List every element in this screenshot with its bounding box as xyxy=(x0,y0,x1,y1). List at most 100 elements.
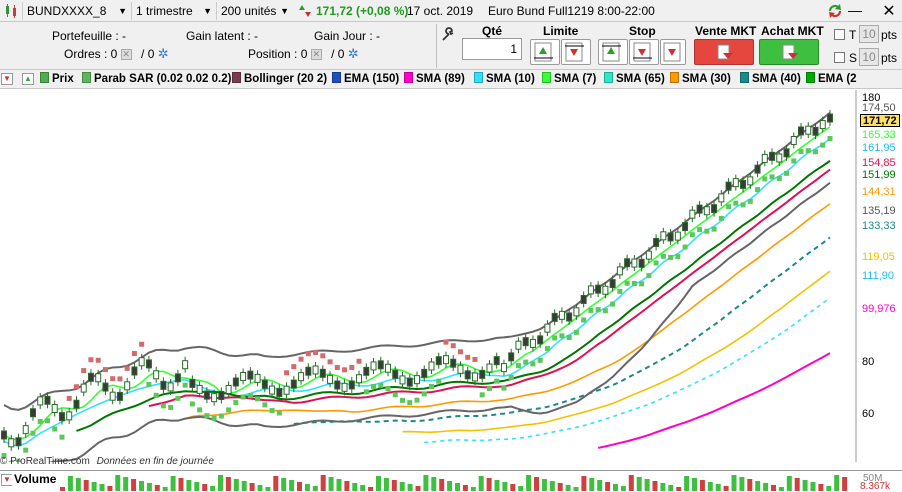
price-chart[interactable] xyxy=(0,90,902,462)
cancel-icon[interactable]: ✕ xyxy=(310,49,322,61)
legend-item[interactable]: SMA (40) xyxy=(740,72,801,87)
legend-item[interactable]: SMA (65) xyxy=(604,72,665,87)
volume-bar xyxy=(123,477,129,491)
sar-dot xyxy=(813,149,819,155)
volume-bar xyxy=(383,478,389,491)
portfolio-label: Portefeuille : - xyxy=(52,29,127,43)
sar-dot xyxy=(711,226,717,232)
candle xyxy=(15,437,22,447)
sar-dot xyxy=(675,254,681,260)
candle xyxy=(218,391,225,401)
wrench-icon[interactable] xyxy=(440,27,456,43)
volume-bar xyxy=(115,475,121,491)
stop-buy-button[interactable] xyxy=(598,39,628,65)
sar-dot xyxy=(697,227,703,233)
volume-bar xyxy=(581,476,587,491)
candle xyxy=(609,279,616,289)
s-points-input[interactable]: 10 xyxy=(859,48,879,66)
sar-dot xyxy=(537,357,543,363)
candle xyxy=(660,231,667,241)
volume-bar xyxy=(541,479,547,491)
axis-tick-label: 60 xyxy=(862,408,875,420)
legend-swatch xyxy=(740,72,749,83)
sar-dot xyxy=(791,158,797,164)
sar-dot xyxy=(501,385,507,391)
legend-label: SMA (65) xyxy=(616,73,665,85)
volume-bar xyxy=(67,476,73,491)
sar-dot xyxy=(30,430,36,436)
volume-bar xyxy=(186,480,192,491)
axis-tick-label: 80 xyxy=(862,356,875,368)
minimize-button[interactable]: — xyxy=(846,2,864,20)
sar-dot xyxy=(153,392,159,398)
sar-dot xyxy=(617,288,623,294)
legend-item[interactable]: EMA (150) xyxy=(332,72,399,87)
refresh-icon[interactable] xyxy=(826,2,844,20)
candle xyxy=(645,250,652,260)
buy-market-button[interactable] xyxy=(759,39,819,65)
candle xyxy=(812,126,819,136)
candle xyxy=(95,373,102,383)
legend-item[interactable]: SMA (10) xyxy=(474,72,535,87)
stop-extra-button[interactable] xyxy=(660,39,686,65)
sar-dot xyxy=(704,228,710,234)
sell-market-button[interactable] xyxy=(694,39,754,65)
legend-swatch xyxy=(542,72,551,83)
collapse-button[interactable]: ▼ xyxy=(1,73,13,85)
candle xyxy=(153,370,160,380)
volume-bar xyxy=(676,487,682,491)
legend-item[interactable]: SMA (89) xyxy=(404,72,465,87)
candle xyxy=(696,204,703,214)
volume-bar xyxy=(723,486,729,491)
volume-bar xyxy=(415,486,421,491)
units-select[interactable]: 200 unités ▼ xyxy=(216,2,292,20)
top-toolbar: BUNDXXXX_8 ▼ 1 trimestre ▼ 200 unités ▼ … xyxy=(0,0,902,22)
close-button[interactable]: ✕ xyxy=(880,1,898,20)
gear-icon[interactable]: ✲ xyxy=(158,46,169,61)
sar-dot xyxy=(624,280,630,286)
volume-bar xyxy=(281,478,287,491)
legend-item[interactable]: EMA (2 xyxy=(806,72,857,87)
sar-dot xyxy=(653,260,659,266)
orders-label: Ordres : 0 ✕ / 0 ✲ xyxy=(64,46,169,62)
candle xyxy=(254,373,261,383)
candles-icon[interactable] xyxy=(3,3,19,19)
sar-dot xyxy=(595,307,601,313)
t-checkbox[interactable] xyxy=(834,29,845,40)
gear-icon[interactable]: ✲ xyxy=(348,46,359,61)
limit-buy-button[interactable] xyxy=(530,39,560,65)
limit-sell-button[interactable] xyxy=(561,39,591,65)
period-select[interactable]: 1 trimestre ▼ xyxy=(131,2,215,20)
candle xyxy=(595,284,602,294)
sar-dot xyxy=(204,413,210,419)
legend-item[interactable]: Bollinger (20 2) xyxy=(232,72,327,87)
sar-dot xyxy=(363,389,369,395)
quantity-input[interactable]: 1 xyxy=(462,38,522,60)
legend-swatch xyxy=(670,72,679,83)
sar-dot xyxy=(342,367,348,373)
candle xyxy=(486,363,493,373)
legend-item[interactable]: Parab SAR (0.02 0.02 0.2) xyxy=(82,72,231,87)
legend-label: SMA (30) xyxy=(682,73,731,85)
volume-bar xyxy=(131,479,137,491)
candle xyxy=(319,368,326,378)
sar-dot xyxy=(581,317,587,323)
volume-bar xyxy=(826,486,832,491)
stop-sell-button[interactable] xyxy=(629,39,659,65)
s-checkbox[interactable] xyxy=(834,52,845,63)
volume-bar xyxy=(328,477,334,491)
t-points-input[interactable]: 10 xyxy=(859,25,879,43)
sar-dot xyxy=(733,200,739,206)
candle xyxy=(435,356,442,366)
cancel-icon[interactable]: ✕ xyxy=(120,49,132,61)
candle xyxy=(385,363,392,373)
candle xyxy=(703,206,710,216)
legend-item[interactable]: SMA (30) xyxy=(670,72,731,87)
ticker-select[interactable]: BUNDXXXX_8 ▼ xyxy=(22,2,130,20)
legend-item[interactable]: Prix xyxy=(40,72,74,87)
candle xyxy=(283,385,290,395)
position-count: Position : 0 xyxy=(248,47,308,61)
sar-dot xyxy=(784,170,790,176)
expand-button[interactable]: ▲ xyxy=(22,73,34,85)
legend-item[interactable]: SMA (7) xyxy=(542,72,596,87)
